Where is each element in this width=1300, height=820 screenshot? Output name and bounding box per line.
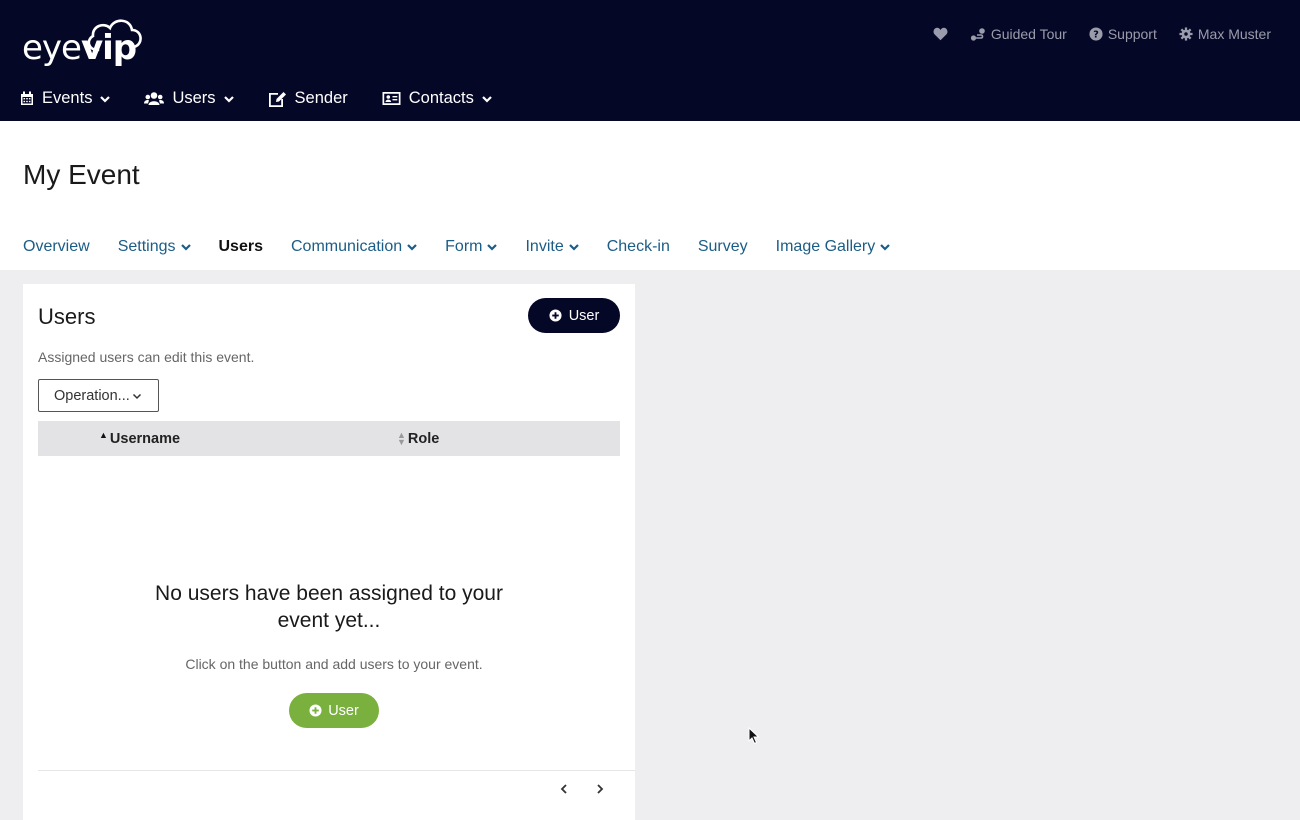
operation-select[interactable]: Operation... [38, 379, 159, 412]
nav-events[interactable]: Events [20, 89, 111, 108]
tab-form[interactable]: Form [445, 238, 498, 256]
nav-contacts-label: Contacts [408, 89, 474, 107]
user-name-label: Max Muster [1197, 26, 1271, 42]
tab-users[interactable]: Users [219, 238, 263, 256]
user-menu[interactable]: Max Muster [1179, 26, 1271, 42]
svg-text:?: ? [1093, 30, 1099, 41]
top-right-links: Guided Tour ? Support Max Muster [933, 26, 1271, 42]
column-role[interactable]: ▲ ▼ Role [397, 430, 440, 448]
question-circle-icon: ? [1089, 27, 1103, 41]
edit-icon [268, 91, 286, 107]
calendar-icon [21, 91, 33, 105]
main-nav: Events Users Sender Contacts [20, 89, 492, 108]
favorites-link[interactable] [933, 27, 948, 41]
tab-settings[interactable]: Settings [118, 238, 191, 256]
nav-events-label: Events [42, 89, 93, 107]
chevron-down-icon [482, 95, 492, 103]
guided-tour-link[interactable]: Guided Tour [970, 26, 1067, 42]
gear-icon [1179, 27, 1193, 41]
nav-contacts[interactable]: Contacts [382, 89, 492, 108]
tab-survey[interactable]: Survey [698, 238, 748, 256]
pagination [559, 783, 605, 795]
tab-label: Form [445, 238, 483, 255]
nav-users[interactable]: Users [144, 89, 234, 108]
table-header: ▲ Username ▲ ▼ Role [38, 421, 620, 456]
tab-invite[interactable]: Invite [525, 238, 579, 256]
chevron-down-icon [223, 95, 234, 103]
chevron-down-icon [487, 244, 498, 251]
users-icon [144, 92, 165, 105]
heart-icon [933, 27, 948, 41]
address-card-icon [382, 92, 401, 105]
empty-add-user-label: User [328, 702, 359, 719]
guided-tour-label: Guided Tour [990, 26, 1067, 42]
card-description: Assigned users can edit this event. [38, 349, 255, 365]
chevron-down-icon [132, 393, 141, 399]
tab-image-gallery[interactable]: Image Gallery [776, 238, 891, 256]
card-title: Users [38, 304, 96, 329]
chevron-right-icon[interactable] [595, 783, 605, 795]
mouse-cursor-icon [748, 727, 760, 745]
plus-circle-icon [309, 704, 322, 717]
logo-wordmark: eyevip [22, 28, 137, 68]
tab-communication[interactable]: Communication [291, 238, 417, 256]
column-role-label: Role [407, 431, 440, 447]
chevron-left-icon[interactable] [559, 783, 569, 795]
nav-users-label: Users [172, 89, 216, 107]
add-user-label: User [568, 307, 600, 324]
add-user-button[interactable]: User [528, 298, 620, 333]
chevron-down-icon [880, 244, 891, 251]
support-label: Support [1107, 26, 1157, 42]
chevron-down-icon [568, 244, 579, 251]
plus-circle-icon [549, 309, 562, 322]
chevron-down-icon [100, 95, 111, 103]
event-tabs: Overview Settings Users Communication Fo… [23, 238, 891, 256]
empty-add-user-button[interactable]: User [289, 693, 379, 728]
tab-label: Users [218, 238, 263, 255]
nav-sender[interactable]: Sender [268, 89, 348, 108]
page-title: My Event [23, 159, 140, 190]
tab-overview[interactable]: Overview [23, 238, 90, 256]
empty-state-title: No users have been assigned to your even… [23, 580, 635, 634]
tab-check-in[interactable]: Check-in [607, 238, 670, 256]
sort-ascending-icon: ▲ [99, 430, 108, 440]
column-username[interactable]: ▲ Username [99, 430, 181, 447]
chevron-down-icon [407, 244, 417, 251]
nav-sender-label: Sender [294, 89, 348, 107]
tab-label: Overview [23, 238, 90, 255]
divider [38, 770, 635, 771]
sort-icon: ▲ ▼ [397, 430, 406, 447]
tab-label: Invite [525, 238, 564, 255]
empty-state-description: Click on the button and add users to you… [185, 656, 483, 672]
tab-label: Survey [697, 238, 748, 255]
column-username-label: Username [109, 431, 181, 447]
tab-label: Check-in [606, 238, 670, 255]
tab-label: Image Gallery [775, 238, 876, 255]
users-card: Users User Assigned users can edit this … [23, 284, 635, 820]
eyevip-logo[interactable]: eyevip [22, 14, 146, 68]
tab-label: Communication [290, 238, 403, 255]
support-link[interactable]: ? Support [1089, 26, 1157, 42]
route-icon [970, 27, 985, 41]
top-header: eyevip Guided Tour ? Support Max Muster … [0, 0, 1300, 121]
operation-select-label: Operation... [54, 387, 130, 404]
event-header: My Event Overview Settings Users Communi… [0, 121, 1300, 270]
chevron-down-icon [180, 244, 191, 251]
tab-label: Settings [117, 238, 176, 255]
empty-state-title-text: No users have been assigned to your even… [155, 582, 503, 632]
